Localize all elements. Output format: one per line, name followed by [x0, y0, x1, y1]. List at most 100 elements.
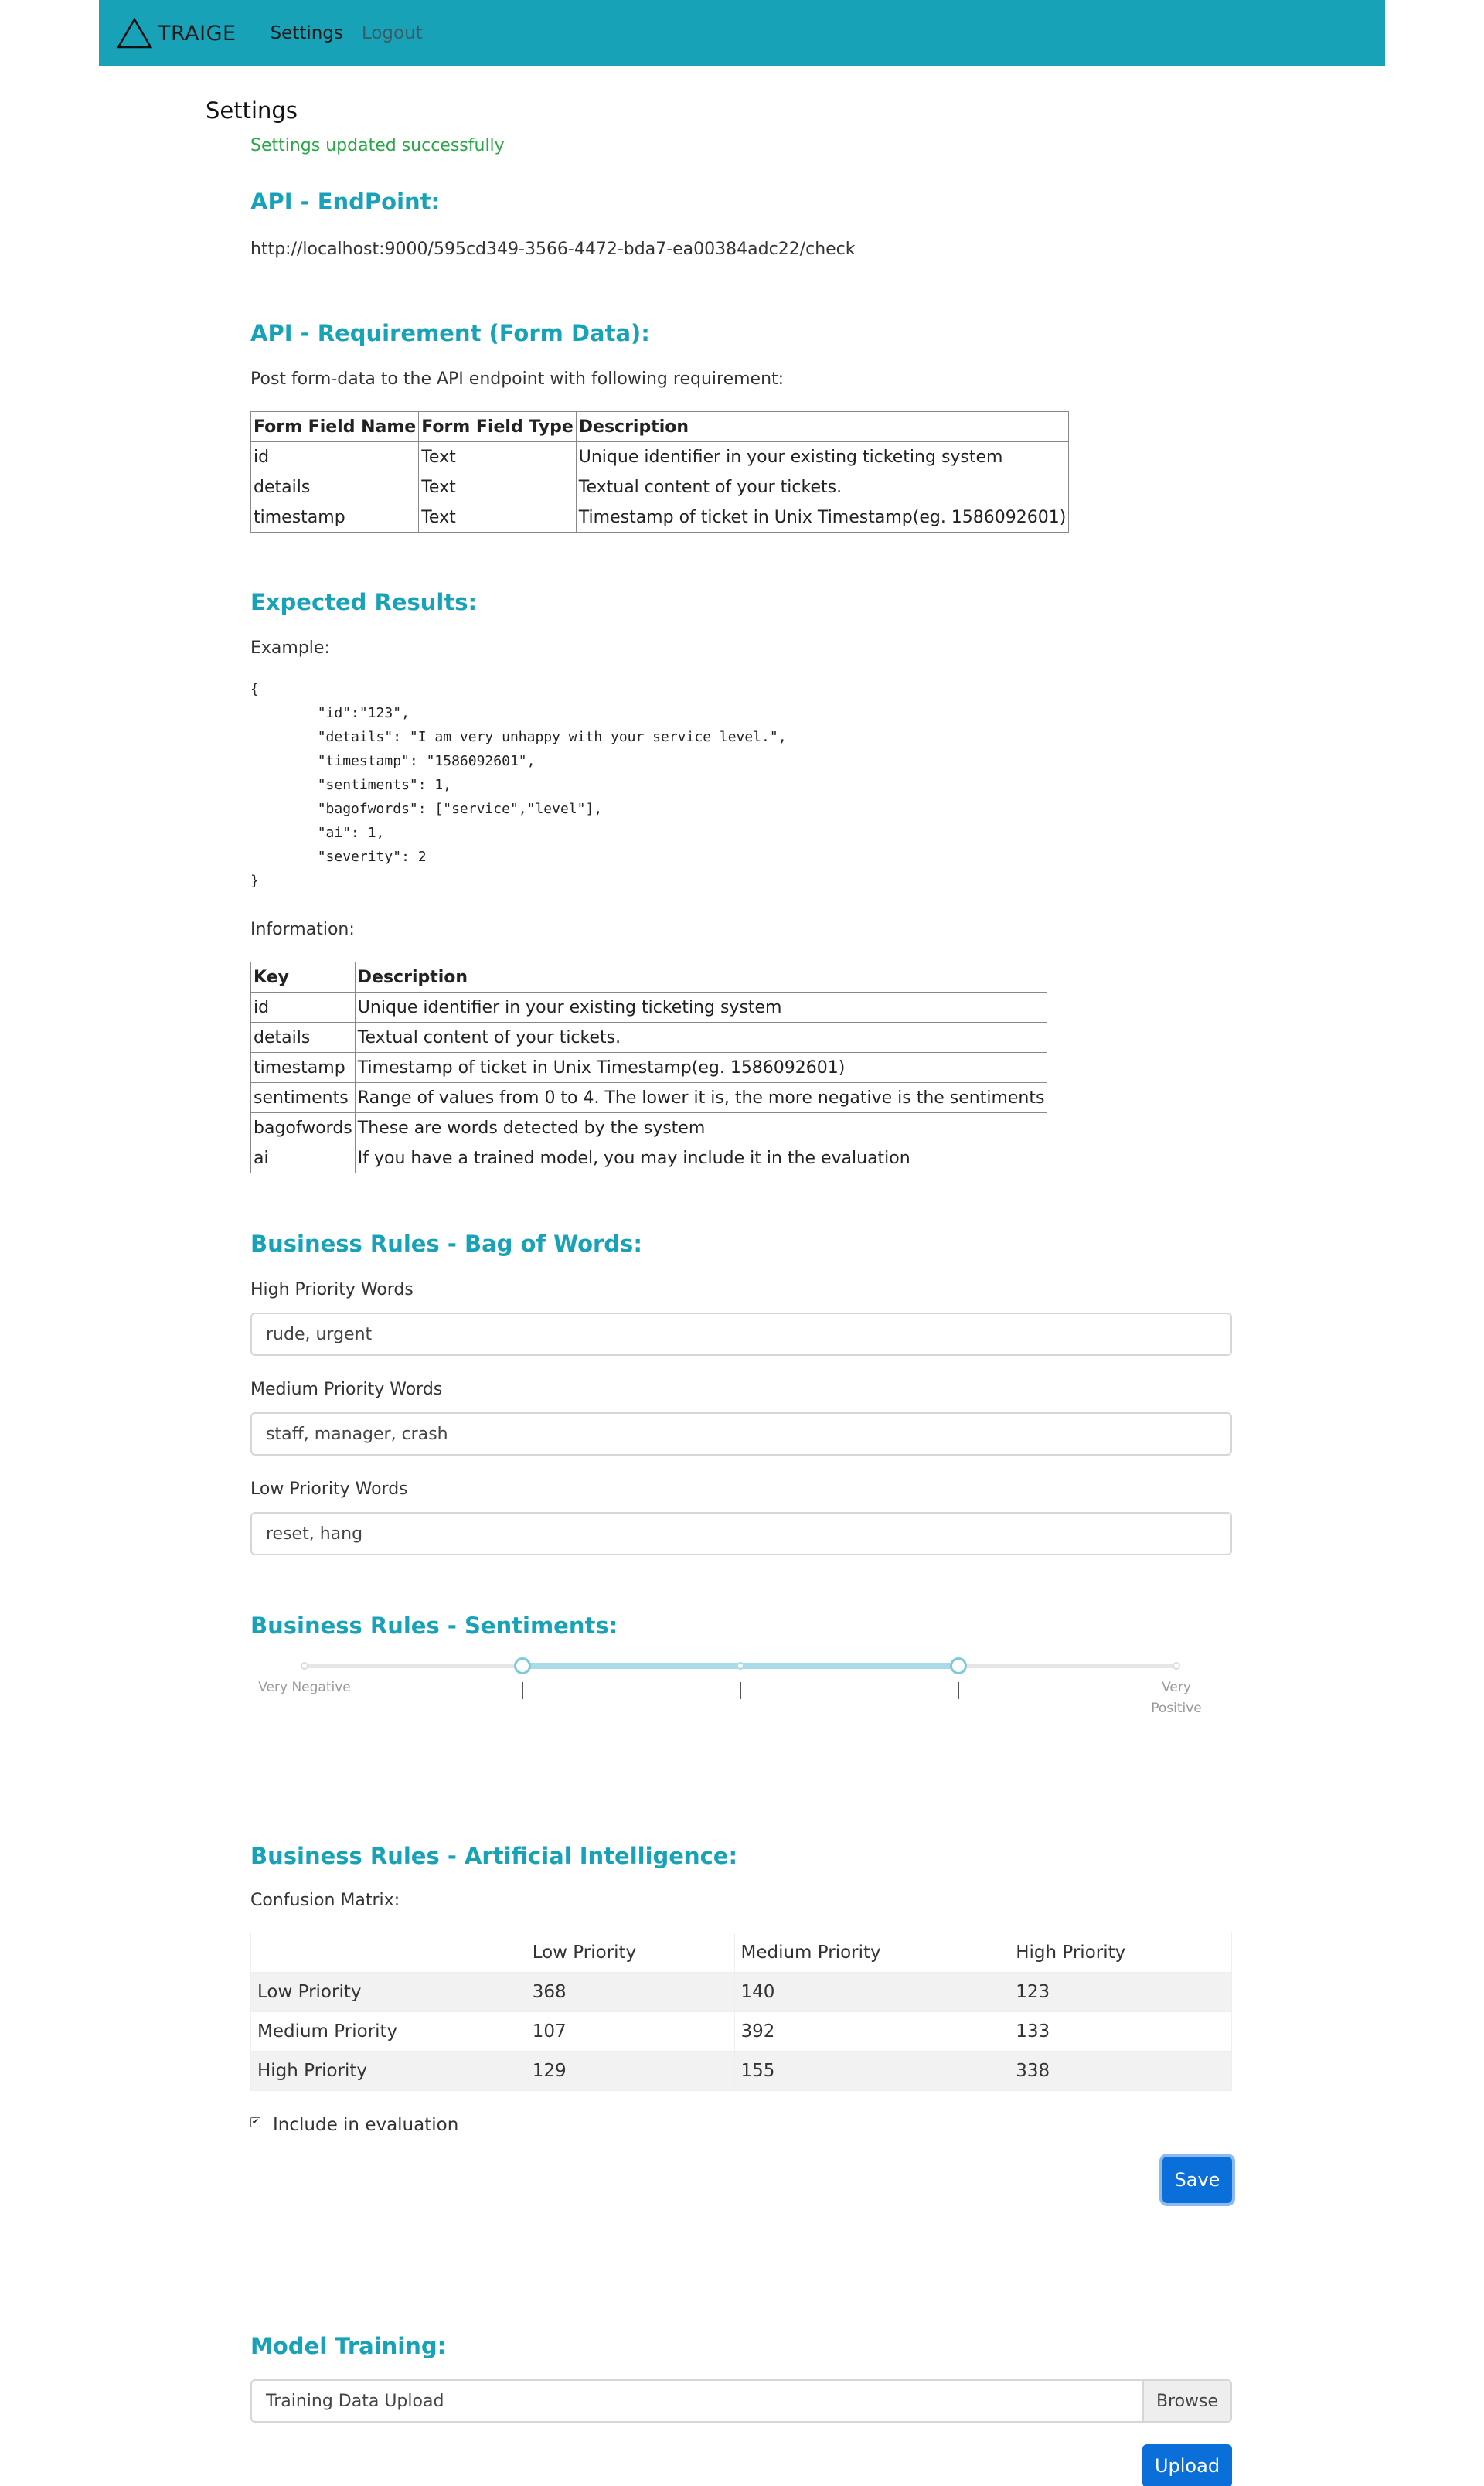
row-header: High Priority [250, 2051, 526, 2091]
slider-step-dot [737, 1662, 744, 1670]
table-cell: 133 [1009, 2011, 1232, 2052]
column-header: Key [250, 962, 356, 993]
table-cell: Timestamp of ticket in Unix Timestamp(eg… [575, 502, 1070, 533]
table-row: ai If you have a trained model, you may … [250, 1143, 1048, 1173]
slider-tick-mark [740, 1682, 741, 1699]
high-priority-label: High Priority Words [250, 1280, 414, 1299]
column-header: Form Field Type [418, 411, 577, 442]
table-row: High Priority 129 155 338 [250, 2051, 1232, 2091]
row-header: Low Priority [250, 1972, 526, 2012]
table-row: id Text Unique identifier in your existi… [250, 441, 1070, 472]
table-cell: Textual content of your tickets. [575, 472, 1070, 502]
slider-handle-low[interactable] [514, 1657, 531, 1674]
table-row: timestamp Timestamp of ticket in Unix Ti… [250, 1052, 1048, 1083]
table-cell: details [250, 1022, 356, 1053]
slider-tick-mark [958, 1682, 959, 1699]
information-label: Information: [250, 920, 355, 939]
requirement-table-header: Form Field Name Form Field Type Descript… [250, 411, 1070, 442]
table-cell: id [250, 992, 356, 1023]
table-cell: Timestamp of ticket in Unix Timestamp(eg… [354, 1052, 1048, 1083]
table-row: timestamp Text Timestamp of ticket in Un… [250, 502, 1070, 533]
triangle-logo-icon [116, 17, 153, 49]
expected-title: Expected Results: [250, 589, 478, 615]
endpoint-title: API - EndPoint: [250, 189, 441, 215]
success-alert: Settings updated successfully [250, 136, 505, 155]
sentiments-title: Business Rules - Sentiments: [250, 1612, 618, 1639]
table-cell: sentiments [250, 1082, 356, 1113]
table-cell: 368 [525, 1972, 735, 2012]
column-header: Low Priority [525, 1933, 735, 1973]
table-row: Low Priority 368 140 123 [250, 1972, 1232, 2012]
nav-logout-link[interactable]: Logout [362, 23, 423, 43]
column-header: High Priority [1009, 1933, 1232, 1973]
navbar: TRAIGE Settings Logout [99, 0, 1385, 66]
save-button[interactable]: Save [1162, 2157, 1232, 2203]
table-cell: Text [418, 441, 577, 472]
information-table: Key Description id Unique identifier in … [250, 962, 1048, 1173]
model-training-title: Model Training: [250, 2333, 447, 2359]
table-cell: Text [418, 502, 577, 533]
endpoint-url: http://localhost:9000/595cd349-3566-4472… [250, 240, 856, 259]
table-cell: 155 [733, 2051, 1010, 2091]
slider-step-dot [1173, 1662, 1180, 1670]
matrix-header-row: Low Priority Medium Priority High Priori… [250, 1933, 1232, 1973]
table-row: details Text Textual content of your tic… [250, 472, 1070, 502]
table-cell: These are words detected by the system [354, 1112, 1048, 1143]
confusion-matrix-table: Low Priority Medium Priority High Priori… [250, 1933, 1232, 2091]
table-row: details Textual content of your tickets. [250, 1022, 1048, 1053]
brand-name: TRAIGE [158, 21, 237, 46]
slider-label-max-line1: Very [1162, 1680, 1191, 1695]
include-evaluation-row[interactable]: ✔ Include in evaluation [250, 2115, 458, 2135]
brand[interactable]: TRAIGE [116, 17, 237, 49]
sentiment-range-slider[interactable]: Very Negative Very Positive [258, 1654, 1202, 1716]
ai-title: Business Rules - Artificial Intelligence… [250, 1843, 738, 1869]
table-cell: 140 [733, 1972, 1010, 2012]
page-title: Settings [206, 97, 298, 124]
information-table-header: Key Description [250, 962, 1048, 993]
column-header [250, 1933, 526, 1973]
slider-label-max: Very Positive [1126, 1677, 1227, 1719]
table-cell: id [250, 441, 420, 472]
column-header: Description [575, 411, 1070, 442]
low-priority-label: Low Priority Words [250, 1480, 408, 1499]
table-cell: 123 [1009, 1972, 1232, 2012]
table-row: sentiments Range of values from 0 to 4. … [250, 1082, 1048, 1113]
table-cell: Text [418, 472, 577, 502]
table-cell: If you have a trained model, you may inc… [354, 1143, 1048, 1173]
column-header: Form Field Name [250, 411, 420, 442]
slider-label-max-line2: Positive [1151, 1701, 1202, 1716]
table-cell: timestamp [250, 1052, 356, 1083]
table-cell: Unique identifier in your existing ticke… [354, 992, 1048, 1023]
requirement-table: Form Field Name Form Field Type Descript… [250, 411, 1070, 533]
table-cell: timestamp [250, 502, 420, 533]
training-file-input[interactable]: Training Data Upload Browse [250, 2379, 1232, 2423]
nav-settings-link[interactable]: Settings [271, 23, 343, 43]
requirement-title: API - Requirement (Form Data): [250, 320, 650, 346]
table-cell: Textual content of your tickets. [354, 1022, 1048, 1053]
table-cell: ai [250, 1143, 356, 1173]
upload-button[interactable]: Upload [1142, 2444, 1232, 2486]
medium-priority-input[interactable] [250, 1412, 1232, 1456]
slider-step-dot [301, 1662, 308, 1670]
medium-priority-label: Medium Priority Words [250, 1380, 443, 1399]
example-code-block: { "id":"123", "details": "I am very unha… [250, 681, 787, 889]
table-row: Medium Priority 107 392 133 [250, 2011, 1232, 2052]
table-cell: Range of values from 0 to 4. The lower i… [354, 1082, 1048, 1113]
low-priority-input[interactable] [250, 1512, 1232, 1555]
slider-handle-high[interactable] [950, 1657, 967, 1674]
column-header: Medium Priority [733, 1933, 1010, 1973]
bag-of-words-title: Business Rules - Bag of Words: [250, 1231, 642, 1257]
high-priority-input[interactable] [250, 1313, 1232, 1356]
table-cell: 338 [1009, 2051, 1232, 2091]
browse-button[interactable]: Browse [1142, 2381, 1230, 2421]
file-input-placeholder: Training Data Upload [266, 2391, 444, 2411]
table-cell: bagofwords [250, 1112, 356, 1143]
table-cell: details [250, 472, 420, 502]
slider-label-min: Very Negative [258, 1680, 351, 1695]
include-evaluation-label: Include in evaluation [273, 2115, 459, 2135]
example-label: Example: [250, 639, 330, 658]
table-row: id Unique identifier in your existing ti… [250, 992, 1048, 1023]
slider-tick-mark [522, 1682, 523, 1699]
include-evaluation-checkbox[interactable]: ✔ [250, 2117, 260, 2127]
table-cell: 129 [525, 2051, 735, 2091]
